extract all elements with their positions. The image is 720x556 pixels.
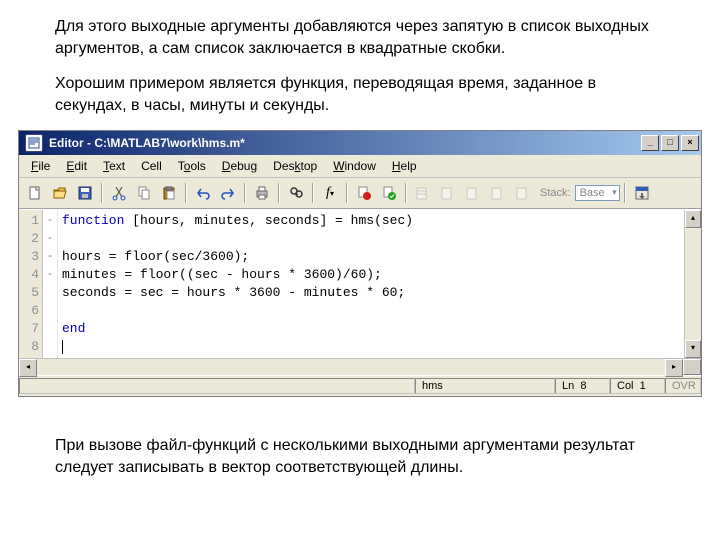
undo-icon[interactable] (191, 181, 215, 205)
fold-column: -- -- (43, 210, 58, 358)
maximize-button[interactable]: □ (661, 135, 679, 151)
step-in-icon[interactable] (436, 181, 460, 205)
window-title: Editor - C:\MATLAB7\work\hms.m* (47, 136, 641, 150)
close-button[interactable]: × (681, 135, 699, 151)
editor-window: Editor - C:\MATLAB7\work\hms.m* _ □ × Fi… (18, 130, 702, 397)
code-area: 1 2 3 4 5 6 7 8 -- -- function [hours, m… (19, 209, 701, 358)
breakpoint-set-icon[interactable] (352, 181, 376, 205)
paste-icon[interactable] (157, 181, 181, 205)
open-file-icon[interactable] (48, 181, 72, 205)
status-function: hms (415, 378, 555, 394)
line-num: 8 (19, 338, 39, 356)
menu-bar: File Edit Text Cell Tools Debug Desktop … (19, 155, 701, 178)
col-label: Col (617, 380, 634, 392)
text-cursor (62, 340, 63, 354)
ovr-indicator: OVR (665, 378, 701, 394)
horizontal-scrollbar[interactable]: ◂ ▸ (19, 358, 701, 375)
breakpoint-clear-icon[interactable] (377, 181, 401, 205)
title-bar: Editor - C:\MATLAB7\work\hms.m* _ □ × (19, 131, 701, 155)
menu-desktop[interactable]: Desktop (265, 157, 325, 175)
app-icon (25, 134, 43, 152)
line-num: 6 (19, 302, 39, 320)
menu-cell[interactable]: Cell (133, 157, 170, 175)
menu-edit[interactable]: Edit (58, 157, 95, 175)
save-icon[interactable] (73, 181, 97, 205)
line-gutter: 1 2 3 4 5 6 7 8 (19, 210, 43, 358)
status-bar: hms Ln 8 Col 1 OVR (19, 375, 701, 396)
ln-label: Ln (562, 380, 574, 392)
find-icon[interactable] (284, 181, 308, 205)
toolbar: f▾ Stack: Base (19, 178, 701, 209)
print-icon[interactable] (250, 181, 274, 205)
stack-combo[interactable]: Base (575, 185, 620, 201)
menu-help[interactable]: Help (384, 157, 425, 175)
col-value: 1 (640, 380, 646, 392)
line-num: 1 (19, 212, 39, 230)
scroll-left-icon[interactable]: ◂ (19, 359, 37, 377)
line-num: 7 (19, 320, 39, 338)
scroll-down-icon[interactable]: ▾ (685, 340, 701, 358)
menu-tools[interactable]: Tools (170, 157, 214, 175)
minimize-button[interactable]: _ (641, 135, 659, 151)
line-num: 3 (19, 248, 39, 266)
copy-icon[interactable] (132, 181, 156, 205)
menu-file[interactable]: File (23, 157, 58, 175)
exit-debug-icon[interactable] (511, 181, 535, 205)
scroll-right-icon[interactable]: ▸ (665, 359, 683, 377)
menu-window[interactable]: Window (325, 157, 384, 175)
ln-value: 8 (580, 380, 586, 392)
outro-paragraph: При вызове файл-функций с несколькими вы… (55, 435, 665, 478)
intro-paragraph-1: Для этого выходные аргументы добавляются… (55, 16, 665, 59)
menu-debug[interactable]: Debug (214, 157, 265, 175)
insert-function-icon[interactable]: f▾ (318, 181, 342, 205)
cut-icon[interactable] (107, 181, 131, 205)
scroll-up-icon[interactable]: ▴ (685, 210, 701, 228)
step-out-icon[interactable] (461, 181, 485, 205)
new-file-icon[interactable] (23, 181, 47, 205)
continue-icon[interactable] (486, 181, 510, 205)
intro-paragraph-2: Хорошим примером является функция, перев… (55, 73, 665, 116)
stack-label: Stack: (540, 187, 571, 199)
menu-text[interactable]: Text (95, 157, 133, 175)
line-num: 4 (19, 266, 39, 284)
code-editor[interactable]: function [hours, minutes, seconds] = hms… (58, 210, 684, 358)
dock-icon[interactable] (630, 181, 654, 205)
line-num: 5 (19, 284, 39, 302)
redo-icon[interactable] (216, 181, 240, 205)
step-icon[interactable] (411, 181, 435, 205)
line-num: 2 (19, 230, 39, 248)
vertical-scrollbar[interactable]: ▴ ▾ (684, 210, 701, 358)
